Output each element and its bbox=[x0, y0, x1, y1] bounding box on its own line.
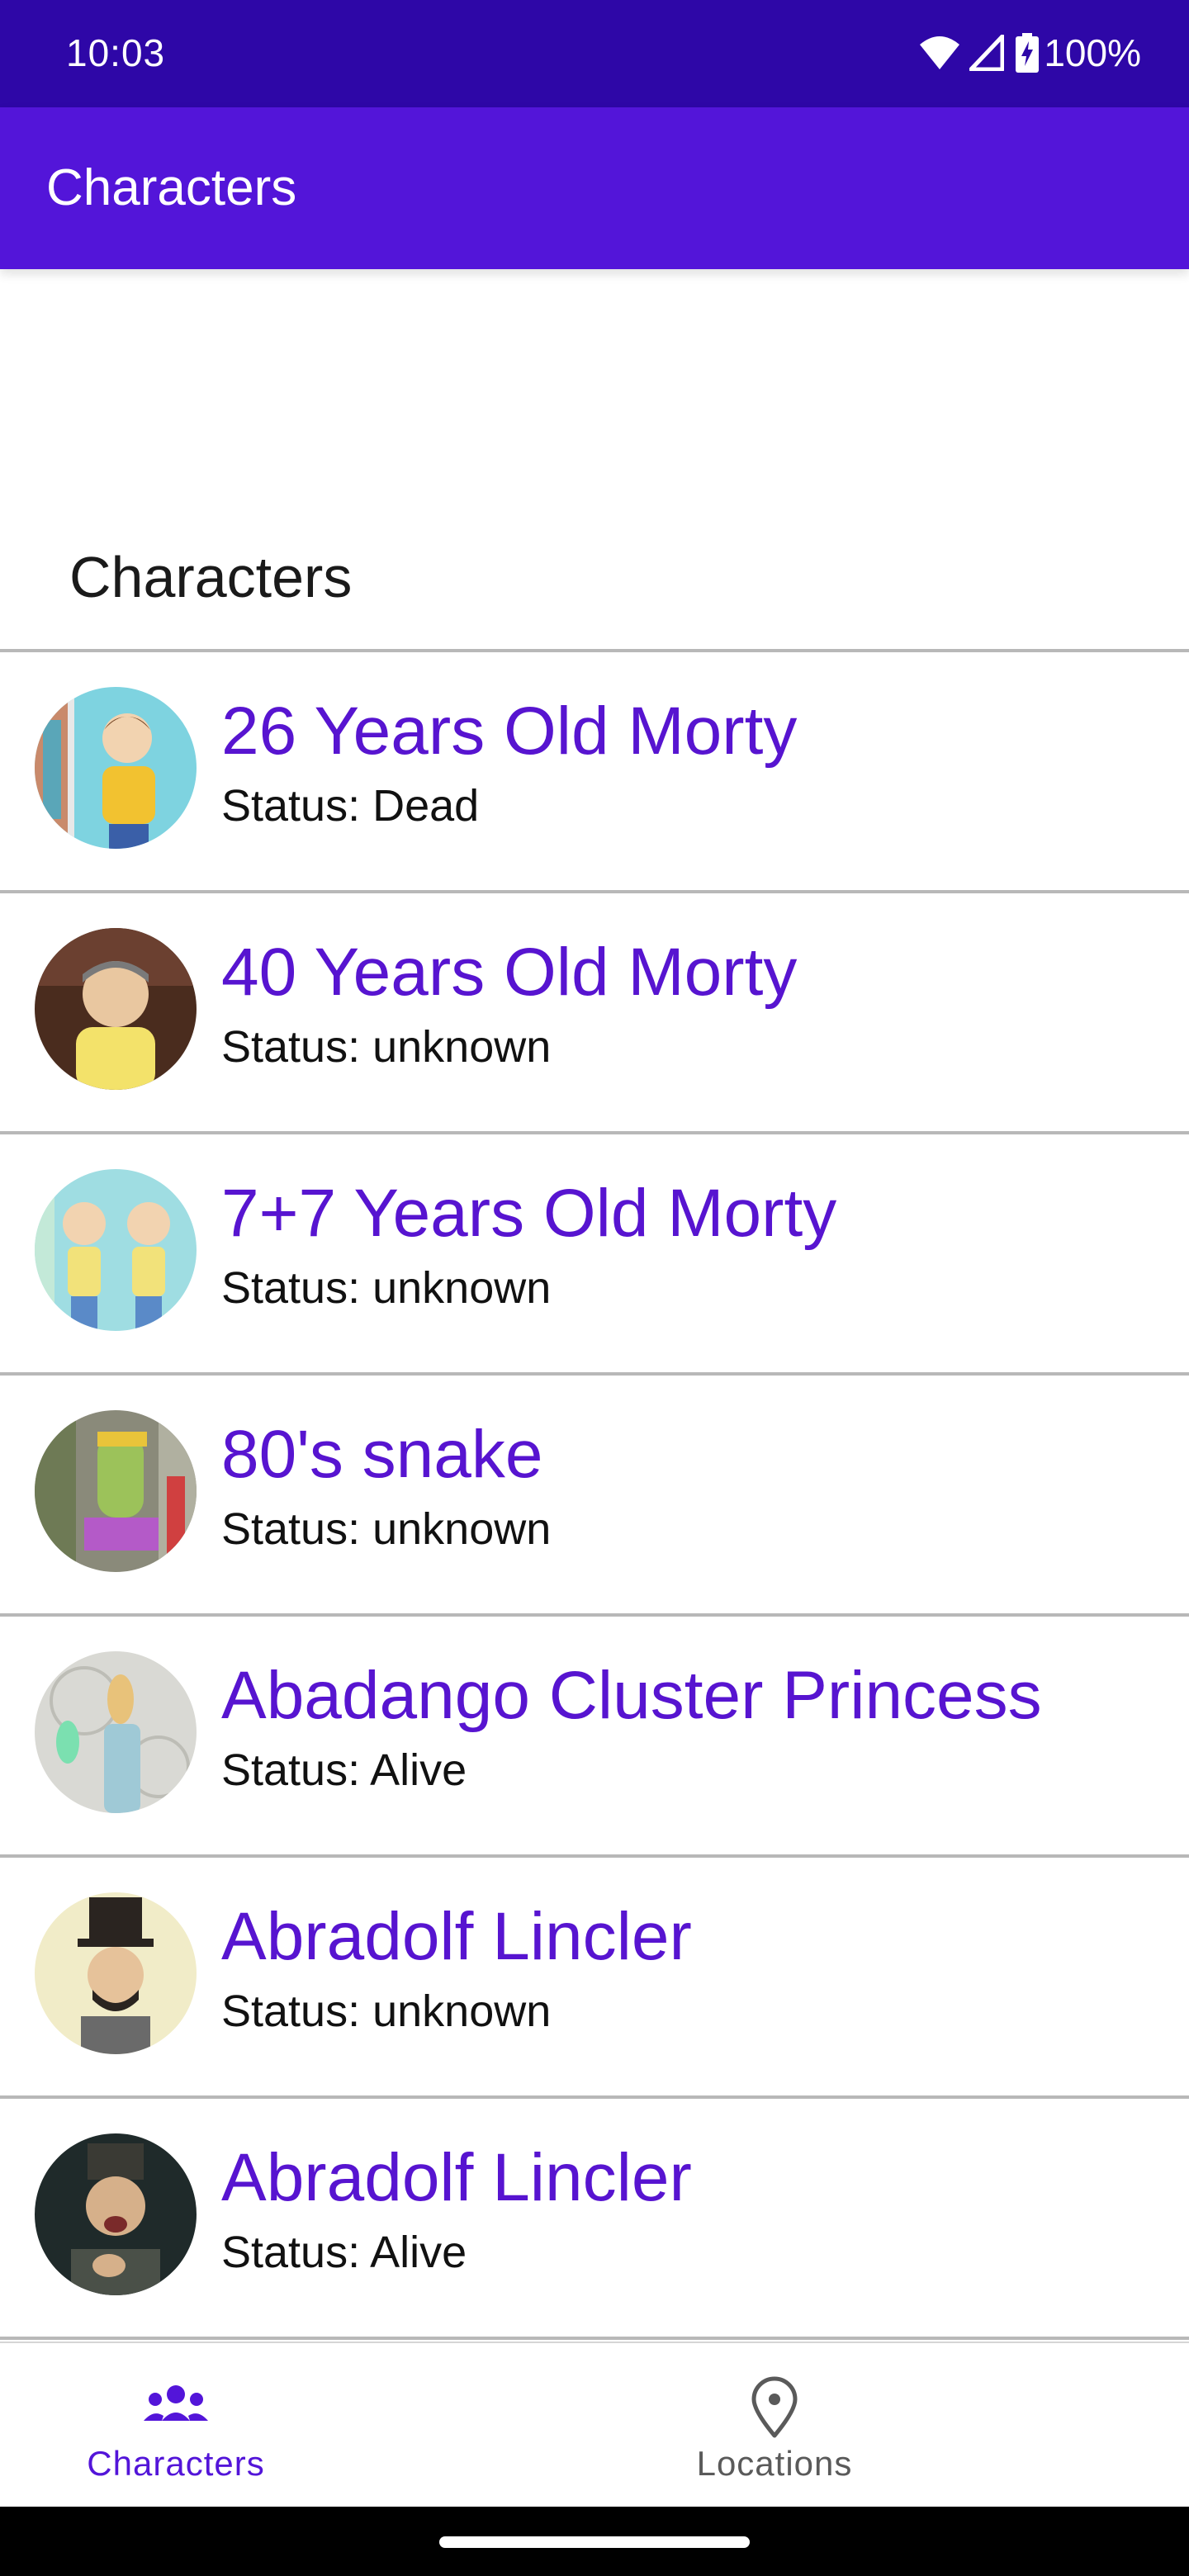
character-name: 7+7 Years Old Morty bbox=[221, 1176, 837, 1251]
character-status: Status: unknown bbox=[221, 1263, 552, 1313]
gesture-handle[interactable] bbox=[439, 2536, 750, 2548]
nav-label-locations: Locations bbox=[696, 2444, 853, 2483]
character-row[interactable]: 40 Years Old Morty Status: unknown bbox=[0, 893, 1189, 1134]
status-bar: 10:03 100% bbox=[0, 0, 1189, 107]
people-icon bbox=[139, 2373, 213, 2439]
nav-item-locations[interactable]: Locations bbox=[594, 2343, 1189, 2508]
character-row[interactable]: 80's snake Status: unknown bbox=[0, 1376, 1189, 1617]
character-name: 26 Years Old Morty bbox=[221, 694, 798, 769]
character-list: 26 Years Old Morty Status: Dead 40 Years… bbox=[0, 652, 1189, 2340]
system-navigation-bar bbox=[0, 2507, 1189, 2576]
character-status: Status: unknown bbox=[221, 1986, 552, 2036]
character-name: Abradolf Lincler bbox=[221, 1899, 692, 1974]
location-pin-icon bbox=[737, 2373, 812, 2439]
section-title: Characters bbox=[69, 545, 353, 609]
character-avatar bbox=[35, 928, 197, 1090]
character-status: Status: Alive bbox=[221, 1745, 467, 1795]
character-row[interactable]: 7+7 Years Old Morty Status: unknown bbox=[0, 1134, 1189, 1376]
status-time: 10:03 bbox=[66, 31, 166, 74]
character-avatar bbox=[35, 1892, 197, 2054]
character-status: Status: unknown bbox=[221, 1504, 552, 1554]
wifi-icon bbox=[918, 35, 961, 71]
character-name: Abradolf Lincler bbox=[221, 2140, 692, 2215]
bottom-navigation: Characters Locations bbox=[0, 2342, 1189, 2508]
nav-label-characters: Characters bbox=[87, 2444, 265, 2483]
character-status: Status: Dead bbox=[221, 781, 480, 831]
battery-charging-icon bbox=[1016, 33, 1040, 73]
character-row[interactable]: Abradolf Lincler Status: Alive bbox=[0, 2099, 1189, 2340]
character-avatar bbox=[35, 1169, 197, 1331]
character-avatar bbox=[35, 1651, 197, 1813]
character-row[interactable]: Abadango Cluster Princess Status: Alive bbox=[0, 1617, 1189, 1858]
character-name: 80's snake bbox=[221, 1417, 543, 1492]
character-status: Status: unknown bbox=[221, 1022, 552, 1072]
character-row[interactable]: Abradolf Lincler Status: unknown bbox=[0, 1858, 1189, 2099]
character-avatar bbox=[35, 687, 197, 849]
character-name: 40 Years Old Morty bbox=[221, 935, 798, 1010]
battery-percentage: 100% bbox=[1044, 31, 1141, 74]
app-bar-title: Characters bbox=[46, 159, 297, 216]
character-avatar bbox=[35, 1410, 197, 1572]
character-avatar bbox=[35, 2133, 197, 2295]
character-status: Status: Alive bbox=[221, 2228, 467, 2277]
status-icons: 100% bbox=[918, 28, 1141, 78]
characters-screen: 10:03 100% Characters Characters 26 Year… bbox=[0, 0, 1189, 2576]
character-row[interactable]: 26 Years Old Morty Status: Dead bbox=[0, 652, 1189, 893]
character-name: Abadango Cluster Princess bbox=[221, 1658, 1042, 1733]
cell-signal-icon bbox=[969, 35, 1005, 71]
app-bar: Characters bbox=[0, 107, 1189, 269]
